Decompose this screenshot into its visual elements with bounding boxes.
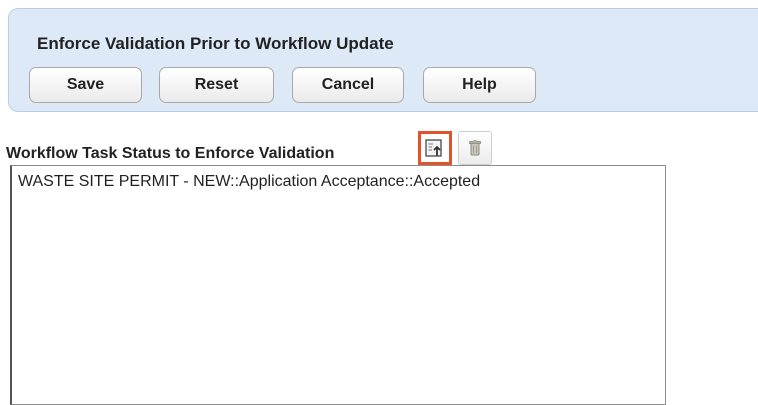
add-task-status-icon <box>425 139 442 157</box>
reset-button[interactable]: Reset <box>159 67 274 103</box>
page-title: Enforce Validation Prior to Workflow Upd… <box>37 34 394 53</box>
field-label: Workflow Task Status to Enforce Validati… <box>6 145 335 162</box>
cancel-button[interactable]: Cancel <box>292 67 404 103</box>
task-status-listbox[interactable]: WASTE SITE PERMIT - NEW::Application Acc… <box>10 165 666 405</box>
trash-icon <box>469 139 481 156</box>
list-item[interactable]: WASTE SITE PERMIT - NEW::Application Acc… <box>18 173 480 191</box>
help-button[interactable]: Help <box>423 67 536 103</box>
add-status-button[interactable] <box>418 131 452 165</box>
delete-status-button[interactable] <box>458 131 492 165</box>
header-panel: Enforce Validation Prior to Workflow Upd… <box>8 8 758 112</box>
save-button[interactable]: Save <box>29 67 142 103</box>
